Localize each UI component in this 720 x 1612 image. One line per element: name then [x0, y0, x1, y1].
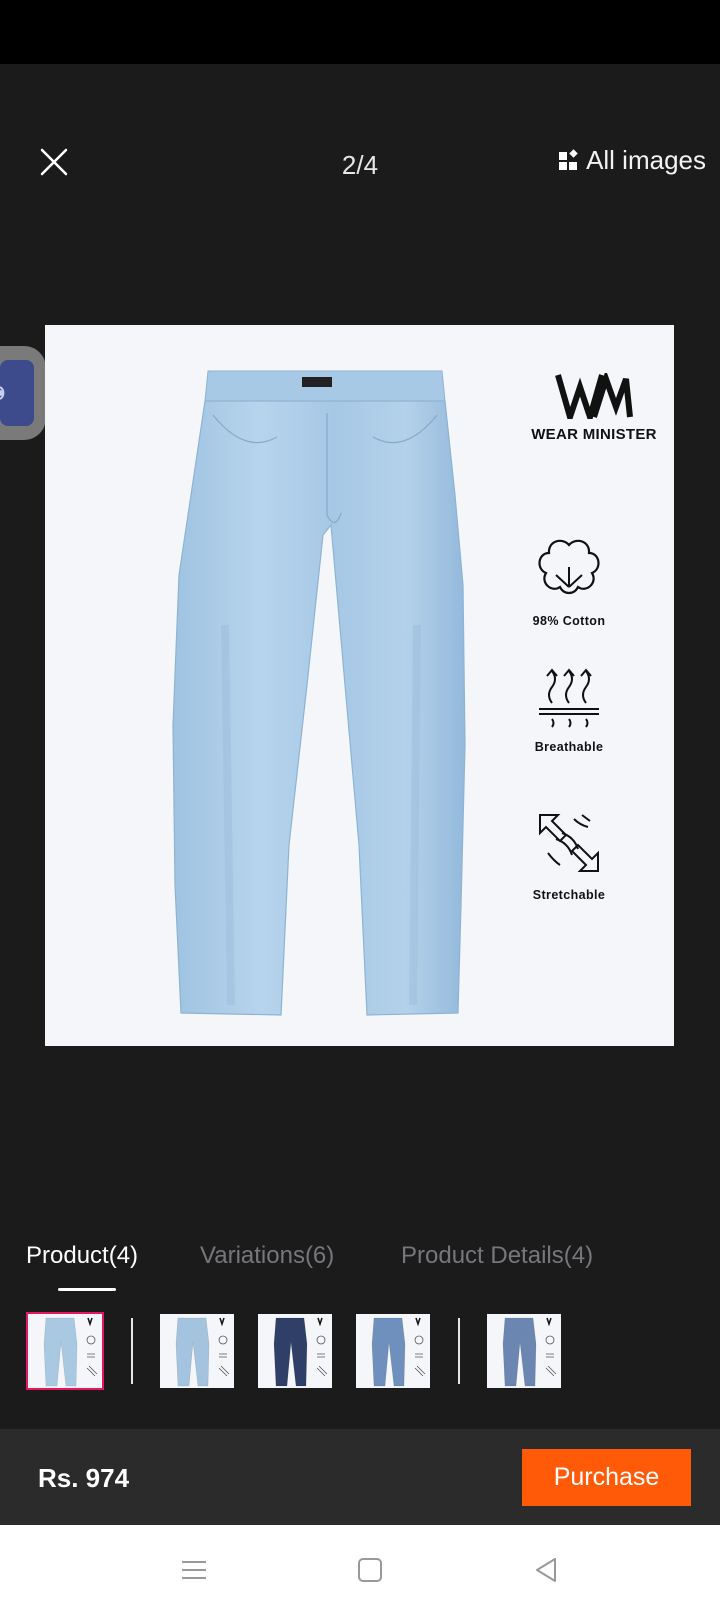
- floating-assistant-tab[interactable]: [0, 346, 46, 440]
- product-main-image[interactable]: WEAR MINISTER 98% Cotton Breathable Stre…: [45, 325, 674, 1046]
- feature-label: Breathable: [534, 740, 604, 754]
- feature-stretchable: Stretchable: [509, 809, 629, 902]
- cotton-icon: [538, 539, 600, 595]
- home-icon[interactable]: [353, 1553, 387, 1587]
- thumbnail-4[interactable]: [356, 1314, 430, 1388]
- grid-icon: [559, 149, 578, 170]
- stretch-icon: [539, 814, 599, 872]
- feature-label: 98% Cotton: [532, 614, 606, 628]
- breathable-icon: [539, 668, 599, 728]
- thumbnail-image: [371, 1317, 426, 1387]
- active-tab-indicator: [58, 1288, 116, 1291]
- thumbnail-divider: [458, 1318, 460, 1384]
- feature-cotton: 98% Cotton: [509, 537, 629, 628]
- tab-product-details[interactable]: Product Details(4): [401, 1242, 593, 1270]
- product-price: Rs. 974: [38, 1463, 130, 1493]
- menu-icon[interactable]: [177, 1553, 211, 1587]
- brand-name: WEAR MINISTER: [531, 426, 657, 443]
- all-images-label: All images: [586, 144, 706, 175]
- assistant-icon: [0, 386, 5, 400]
- thumbnail-image: [273, 1317, 328, 1387]
- gallery-tabs: Product(4) Variations(6) Product Details…: [0, 1236, 720, 1296]
- tab-variations[interactable]: Variations(6): [200, 1242, 334, 1270]
- purchase-bar: Rs. 974 Purchase: [0, 1429, 720, 1525]
- thumbnail-divider: [131, 1318, 133, 1384]
- feature-label: Stretchable: [532, 888, 606, 902]
- thumbnail-image: [175, 1317, 230, 1387]
- feature-breathable: Breathable: [509, 667, 629, 754]
- purchase-button[interactable]: Purchase: [522, 1449, 691, 1506]
- thumbnail-2[interactable]: [160, 1314, 234, 1388]
- brand-logo: WEAR MINISTER: [524, 369, 664, 443]
- thumbnail-3[interactable]: [258, 1314, 332, 1388]
- tab-product[interactable]: Product(4): [26, 1242, 138, 1270]
- wm-logo-icon: [555, 369, 633, 428]
- all-images-button[interactable]: All images: [558, 140, 706, 180]
- thumbnail-1[interactable]: [26, 1312, 104, 1390]
- status-bar: [0, 0, 720, 64]
- back-icon[interactable]: [529, 1553, 563, 1587]
- thumbnail-image: [43, 1317, 98, 1387]
- thumbnail-image: [502, 1317, 557, 1387]
- system-nav-bar: [0, 1525, 720, 1612]
- thumbnail-5[interactable]: [487, 1314, 561, 1388]
